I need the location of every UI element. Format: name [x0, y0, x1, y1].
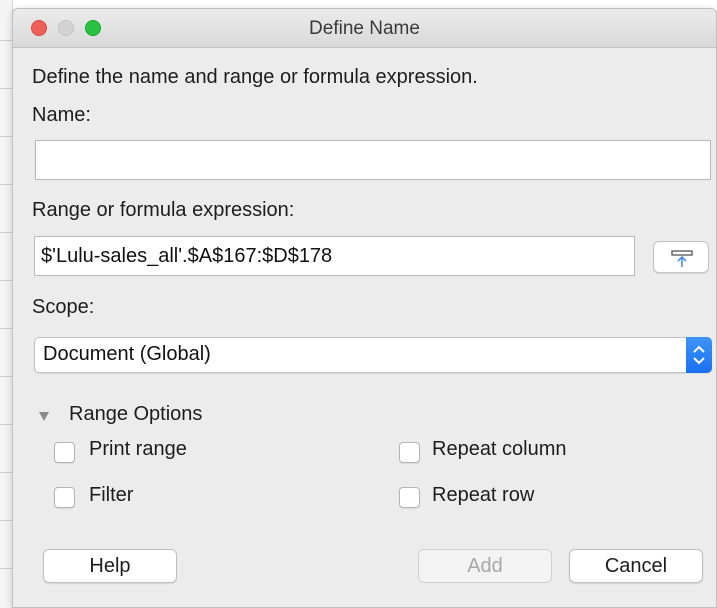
select-stepper-icon — [686, 337, 712, 373]
disclosure-triangle-icon[interactable] — [39, 412, 49, 421]
intro-text: Define the name and range or formula exp… — [32, 66, 478, 88]
range-input[interactable]: $'Lulu-sales_all'.$A$167:$D$178 — [34, 236, 635, 276]
range-label: Range or formula expression: — [32, 199, 295, 221]
title-bar: Define Name — [13, 9, 716, 48]
name-input[interactable] — [35, 140, 711, 180]
repeat-column-checkbox[interactable] — [399, 442, 420, 463]
shrink-dialog-button[interactable] — [653, 241, 709, 273]
scope-select[interactable]: Document (Global) — [34, 337, 712, 373]
filter-label: Filter — [89, 484, 134, 506]
repeat-column-label: Repeat column — [432, 438, 567, 460]
range-options-label[interactable]: Range Options — [69, 403, 202, 426]
window-title: Define Name — [309, 18, 420, 39]
print-range-label: Print range — [89, 438, 187, 460]
cancel-button[interactable]: Cancel — [569, 549, 703, 583]
help-button[interactable]: Help — [43, 549, 177, 583]
add-button[interactable]: Add — [418, 549, 552, 583]
scope-label: Scope: — [32, 296, 95, 318]
repeat-row-checkbox[interactable] — [399, 487, 420, 508]
print-range-checkbox[interactable] — [54, 442, 75, 463]
repeat-row-label: Repeat row — [432, 484, 535, 506]
name-label: Name: — [32, 104, 91, 126]
scope-selected-value: Document (Global) — [43, 343, 211, 365]
shrink-icon — [671, 250, 693, 267]
define-name-dialog: Define Name Define the name and range or… — [12, 8, 717, 608]
filter-checkbox[interactable] — [54, 487, 75, 508]
